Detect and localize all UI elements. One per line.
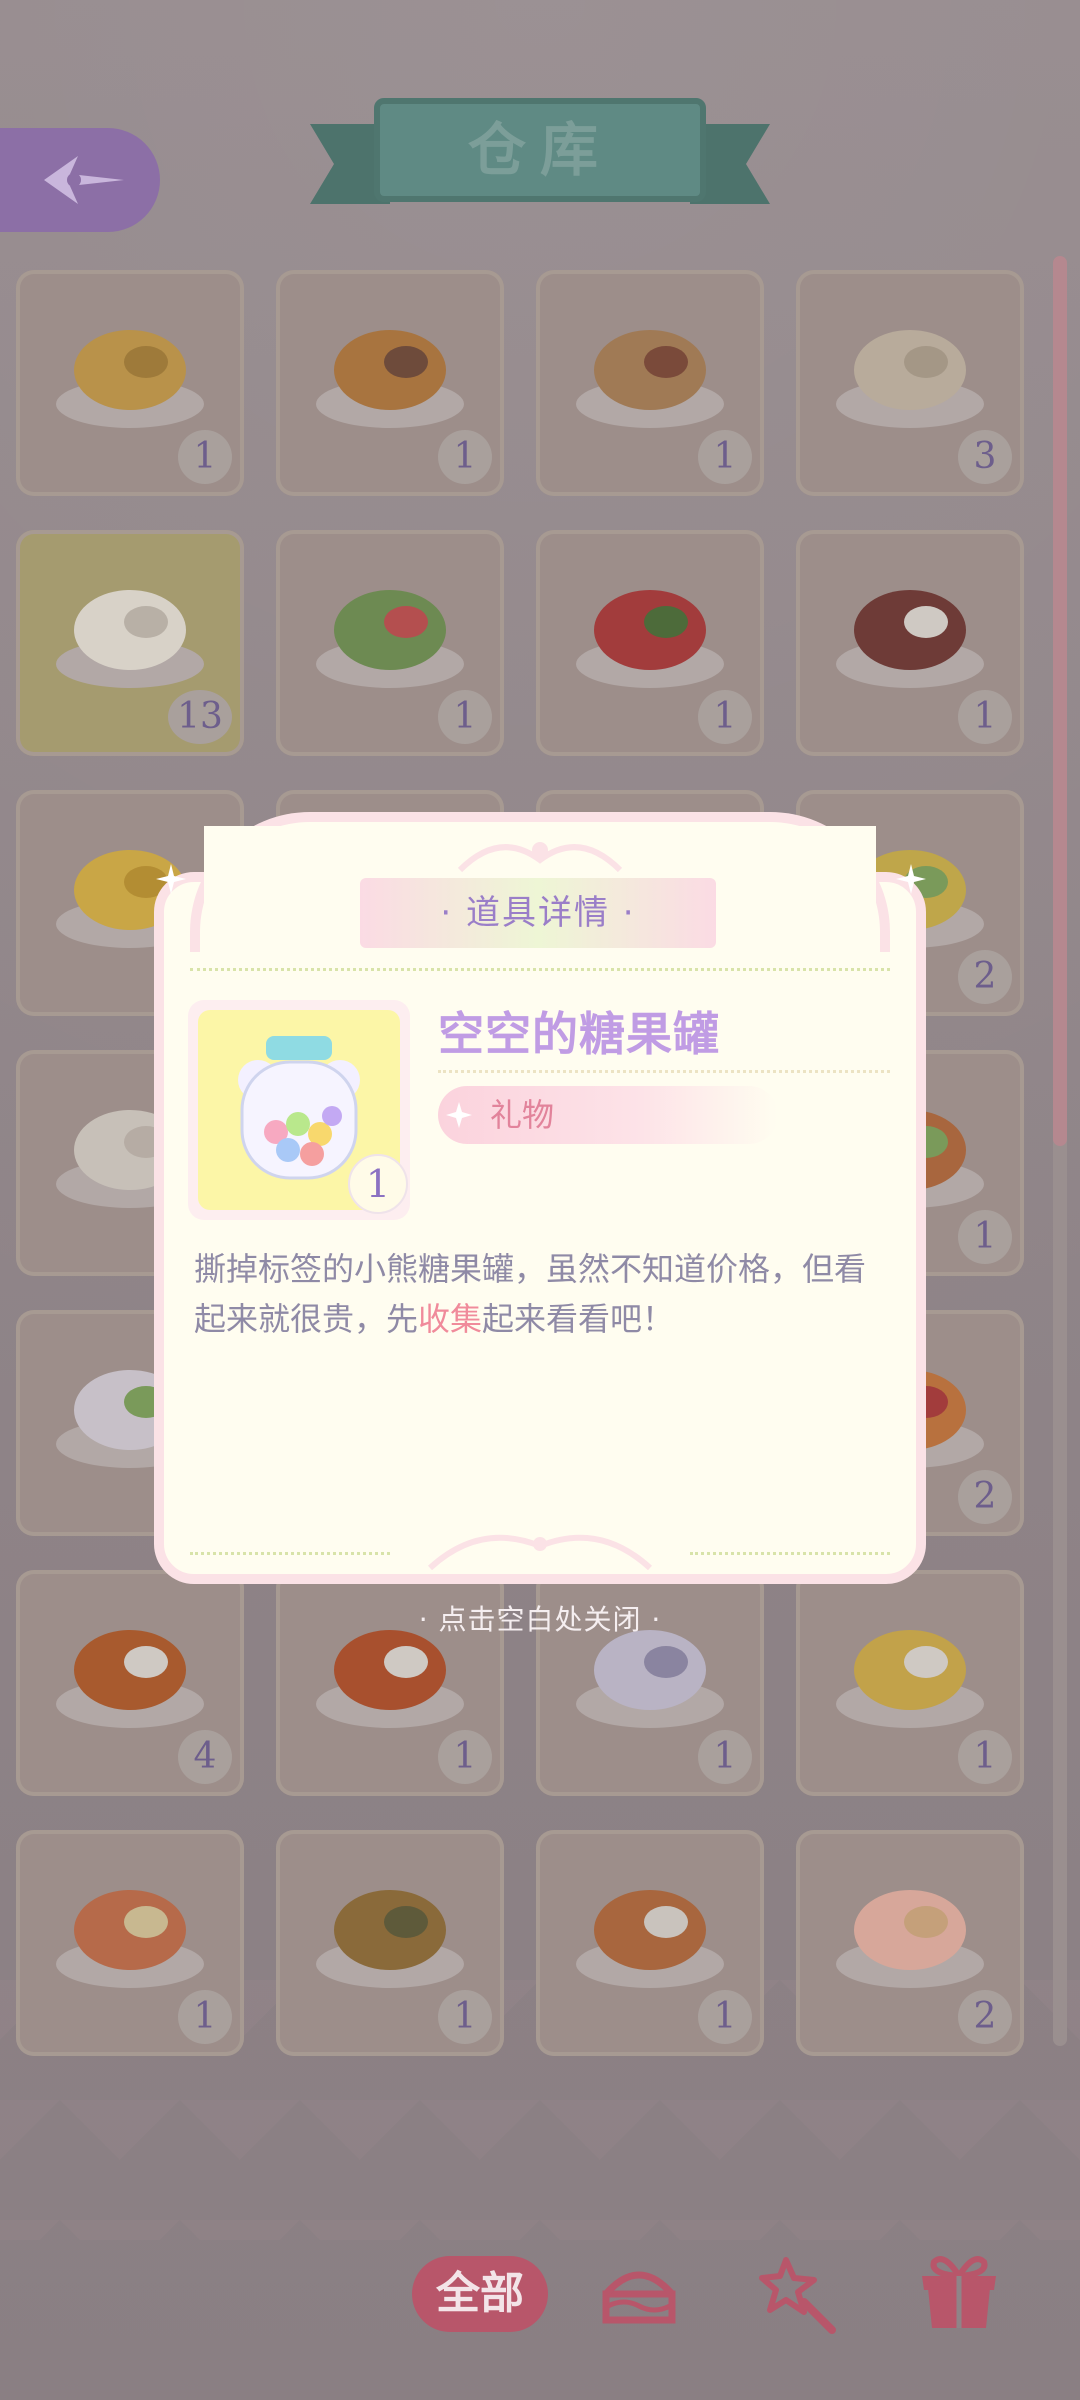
inventory-slot-flatbread[interactable]: 3 (796, 270, 1024, 496)
item-count: 1 (438, 430, 492, 484)
item-count: 1 (698, 1990, 752, 2044)
item-count: 1 (698, 1730, 752, 1784)
sparkle-icon (156, 864, 186, 894)
divider (190, 1552, 390, 1555)
inventory-slot-tomato-juice[interactable]: 1 (536, 530, 764, 756)
item-count: 1 (958, 1210, 1012, 1264)
inventory-slot-tomato-rolls[interactable]: 1 (16, 1830, 244, 2056)
item-count: 1 (958, 1730, 1012, 1784)
inventory-slot-grilled-fish[interactable]: 1 (276, 1830, 504, 2056)
inventory-slot-cake-slice[interactable]: 1 (276, 270, 504, 496)
item-count: 1 (698, 430, 752, 484)
item-count: 1 (698, 690, 752, 744)
item-count: 1 (178, 1990, 232, 2044)
item-count: 1 (438, 1990, 492, 2044)
inventory-slot-hotdog[interactable]: 1 (536, 1830, 764, 2056)
back-button[interactable] (0, 128, 160, 232)
item-count: 2 (958, 950, 1012, 1004)
page-title: 仓库 (467, 116, 612, 184)
tomato-juice-icon (576, 590, 724, 688)
tab-all[interactable]: 全部 (412, 2256, 548, 2332)
meat-skewer-icon (836, 590, 984, 688)
item-description: 撕掉标签的小熊糖果罐，虽然不知道价格，但看起来就很贵，先收集起来看看吧！ (194, 1244, 894, 1344)
salad-icon (316, 590, 464, 688)
bread-loaf-icon (56, 330, 204, 428)
item-count: 4 (178, 1730, 232, 1784)
inventory-slot-heart-rice-cake[interactable]: 13 (16, 530, 244, 756)
title-banner: 仓库 (310, 88, 770, 228)
desc-highlight: 收集 (418, 1300, 483, 1338)
ornament-top-icon (457, 842, 623, 873)
inventory-slot-salad[interactable]: 1 (276, 530, 504, 756)
close-hint[interactable]: · 点击空白处关闭 · (0, 1598, 1080, 1638)
cake-slice-icon (316, 330, 464, 428)
item-type-label: 礼物 (490, 1096, 555, 1134)
item-count: 3 (958, 430, 1012, 484)
scrollbar-thumb[interactable] (1053, 256, 1067, 1146)
heart-rice-cake-icon (56, 590, 204, 688)
gift-box-tab-icon[interactable] (914, 2248, 1004, 2338)
dialog-card (154, 872, 926, 1584)
item-count: 2 (958, 1470, 1012, 1524)
inventory-slot-cream-puff[interactable]: 2 (796, 1830, 1024, 2056)
dialog-title: · 道具详情 · (440, 893, 636, 933)
item-count-badge: 1 (348, 1154, 408, 1214)
sparkle-icon (896, 864, 926, 894)
candy-jar-icon (238, 1036, 360, 1180)
item-type-badge (438, 1086, 778, 1144)
item-count: 1 (438, 1730, 492, 1784)
inventory-slot-waffle-sandwich[interactable]: 1 (536, 270, 764, 496)
item-count: 1 (438, 690, 492, 744)
cream-puff-icon (836, 1890, 984, 1988)
ornament-bottom-icon (427, 1534, 653, 1570)
item-count: 13 (168, 690, 232, 744)
flatbread-icon (836, 330, 984, 428)
item-detail-dialog[interactable]: · 道具详情 · 1 空空的糖果罐 礼物 撕掉标签的小熊糖果罐，虽然不知道价格，… (150, 812, 930, 1584)
divider (690, 1552, 890, 1555)
diamond-icon (446, 1102, 472, 1128)
inventory-slot-meat-skewer[interactable]: 1 (796, 530, 1024, 756)
magic-wand-tab-icon[interactable] (754, 2248, 844, 2338)
item-count: 1 (178, 430, 232, 484)
back-arrow-icon (44, 156, 124, 204)
divider (190, 968, 890, 971)
item-count: 2 (958, 1990, 1012, 2044)
item-count: 1 (958, 690, 1012, 744)
divider (438, 1070, 890, 1073)
desc-text-end: 起来看看吧！ (482, 1300, 675, 1338)
item-name: 空空的糖果罐 (438, 1007, 720, 1061)
waffle-sandwich-icon (576, 330, 724, 428)
inventory-slot-bread-loaf[interactable]: 1 (16, 270, 244, 496)
cake-tab-icon[interactable] (594, 2248, 684, 2338)
grilled-fish-icon (316, 1890, 464, 1988)
hotdog-icon (576, 1890, 724, 1988)
tomato-rolls-icon (56, 1890, 204, 1988)
